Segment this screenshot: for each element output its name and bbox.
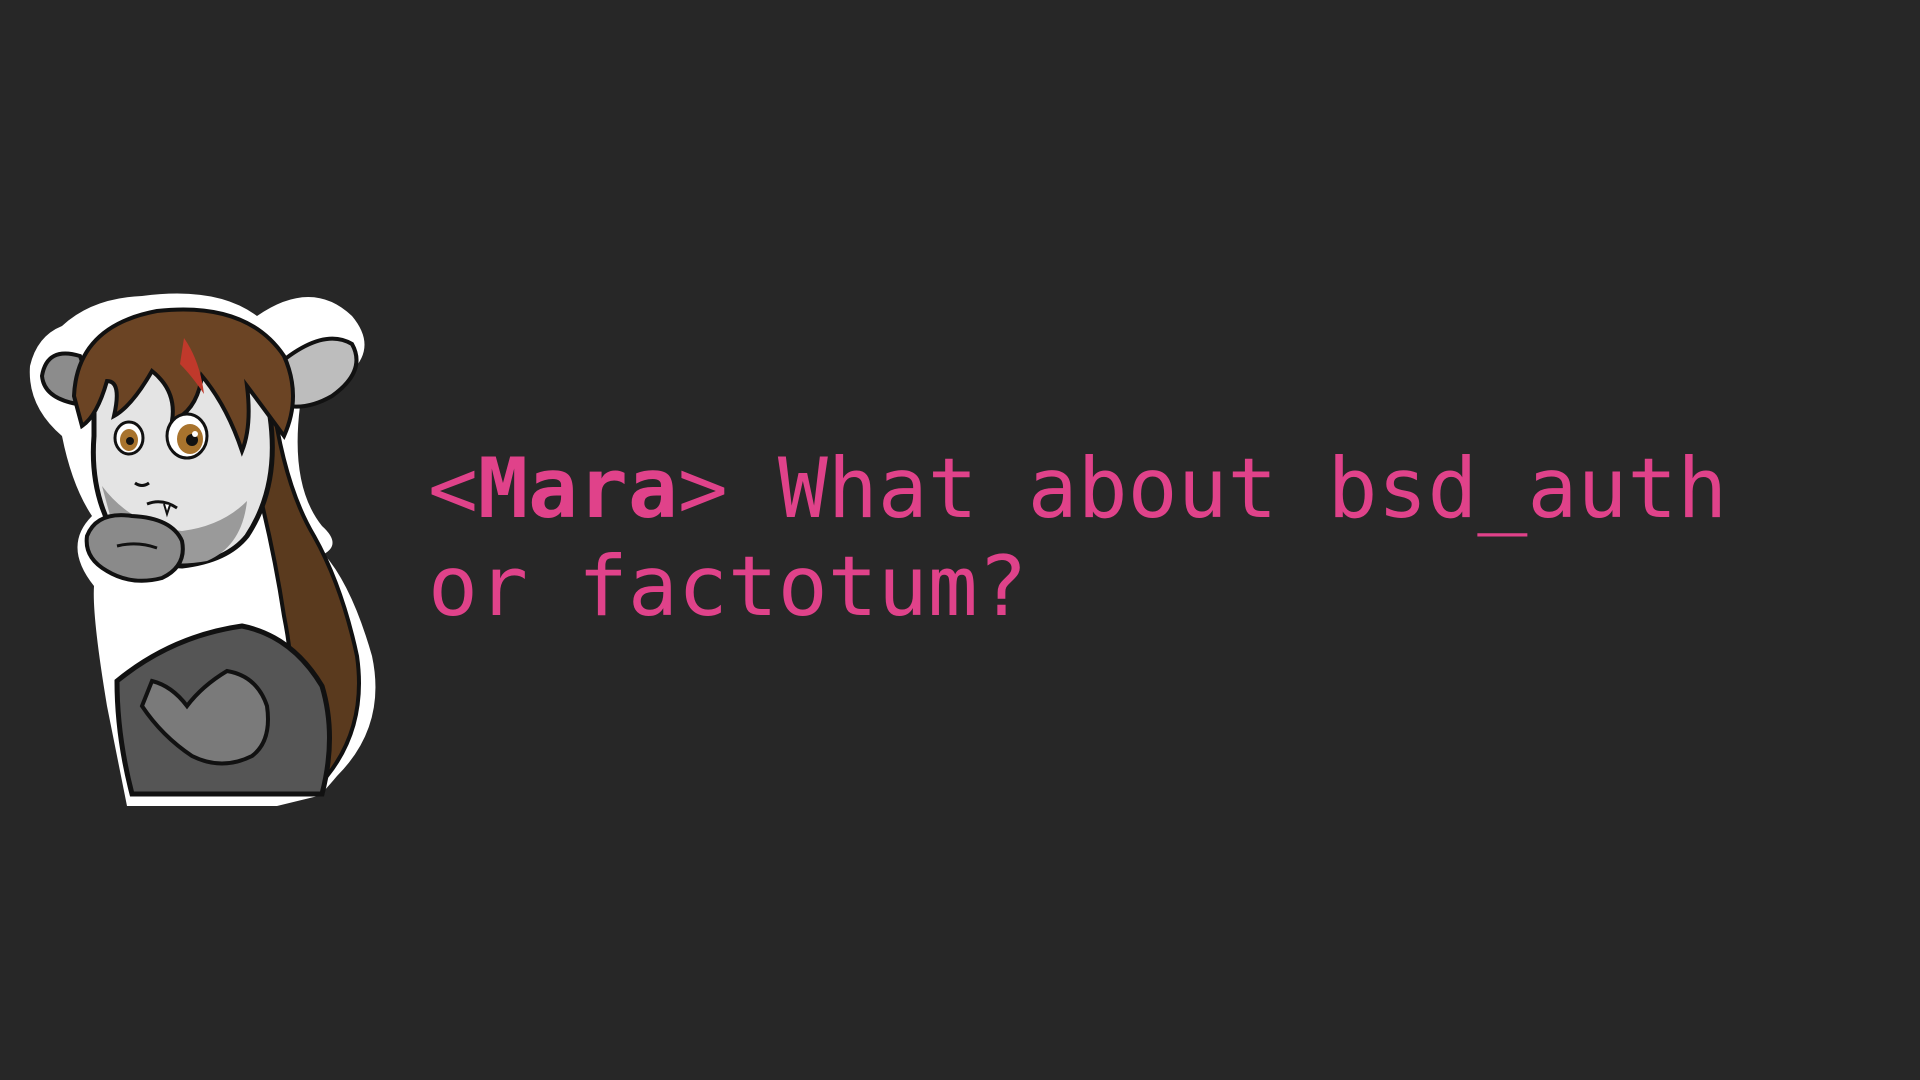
bracket-open: < xyxy=(428,440,478,537)
speaker-name: Mara xyxy=(477,440,678,537)
bracket-close: > xyxy=(677,440,778,537)
conversation-panel: <Mara> What about bsd_auth or factotum? xyxy=(0,0,1920,1080)
speaker-tag: <Mara> xyxy=(428,440,778,537)
character-sticker-icon xyxy=(29,293,376,806)
chat-message: <Mara> What about bsd_auth or factotum? xyxy=(428,440,1848,636)
